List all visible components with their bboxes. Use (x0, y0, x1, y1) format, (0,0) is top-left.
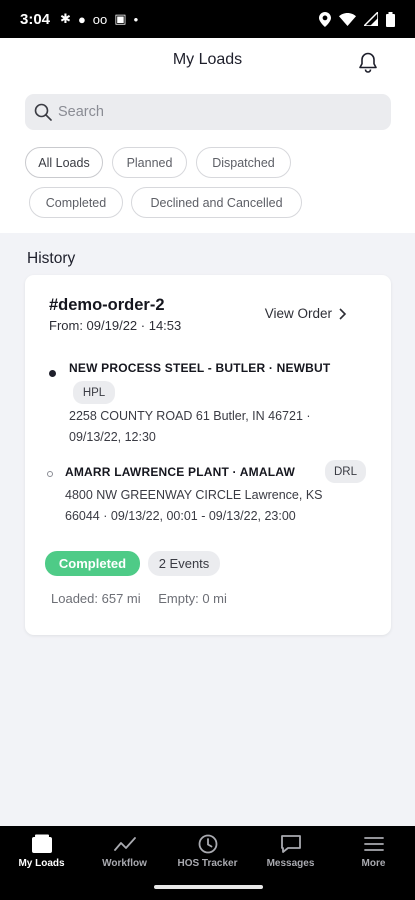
filter-declined-cancelled[interactable]: Declined and Cancelled (131, 187, 302, 218)
order-id: #demo-order-2 (49, 296, 165, 314)
nav-messages[interactable]: Messages (249, 826, 332, 878)
events-badge[interactable]: 2 Events (148, 551, 220, 576)
stop-2-tag: DRL (325, 460, 366, 483)
empty-miles: Empty: 0 mi (158, 591, 227, 606)
signal-icon (364, 12, 378, 26)
stop-1-tag: HPL (73, 381, 115, 404)
voicemail-icon: oo (92, 11, 108, 27)
workflow-icon (113, 837, 136, 851)
search-input[interactable] (58, 104, 358, 120)
view-order-label: View Order (264, 306, 332, 321)
message-icon (280, 835, 301, 853)
menu-icon (363, 837, 384, 851)
clock-icon (198, 834, 217, 854)
stop-1-name: NEW PROCESS STEEL - BUTLER · NEWBUT (69, 361, 331, 375)
stop-marker-filled (49, 370, 56, 377)
status-badge: Completed (45, 551, 140, 576)
filter-completed[interactable]: Completed (29, 187, 123, 218)
nav-my-loads[interactable]: My Loads (0, 826, 83, 878)
status-time: 3:04 (20, 10, 51, 28)
chat-bubble-icon: ● (77, 11, 86, 27)
home-indicator[interactable] (154, 885, 263, 889)
nav-more[interactable]: More (332, 826, 415, 878)
filter-dispatched[interactable]: Dispatched (196, 147, 291, 178)
location-icon (319, 11, 331, 27)
wifi-icon (339, 12, 356, 26)
chevron-right-icon (339, 307, 347, 320)
section-title: History (27, 250, 76, 267)
order-from-date: From: 09/19/22 · 14:53 (49, 318, 182, 333)
news-icon: ▣ (114, 11, 127, 26)
load-card[interactable]: #demo-order-2 From: 09/19/22 · 14:53 Vie… (25, 275, 391, 635)
stop-marker-hollow (47, 471, 53, 477)
view-order-button[interactable]: View Order (265, 306, 347, 321)
bell-icon[interactable] (356, 50, 380, 74)
settings-icon: ✱ (60, 11, 71, 26)
search-bar[interactable] (25, 94, 391, 130)
truck-icon (31, 834, 52, 853)
nav-hos-tracker[interactable]: HOS Tracker (166, 826, 249, 878)
stop-1-address: 2258 COUNTY ROAD 61 Butler, IN 46721 · 0… (69, 409, 311, 444)
battery-icon (386, 11, 395, 27)
search-icon (34, 103, 52, 121)
filter-planned[interactable]: Planned (112, 147, 187, 178)
stop-2-name: AMARR LAWRENCE PLANT · AMALAW (65, 465, 295, 479)
filter-all-loads[interactable]: All Loads (25, 147, 103, 178)
top-panel: My Loads All Loads Planned Dispatched Co… (0, 38, 415, 233)
status-bar: 3:04 ✱ ● oo ▣ • (0, 0, 415, 38)
nav-workflow[interactable]: Workflow (83, 826, 166, 878)
stop-2-address: 4800 NW GREENWAY CIRCLE Lawrence, KS 660… (65, 488, 323, 523)
page-title: My Loads (172, 51, 243, 68)
loaded-miles: Loaded: 657 mi (51, 591, 141, 606)
mileage-summary: Loaded: 657 mi Empty: 0 mi (51, 591, 227, 606)
notification-dot-icon: • (133, 11, 139, 27)
